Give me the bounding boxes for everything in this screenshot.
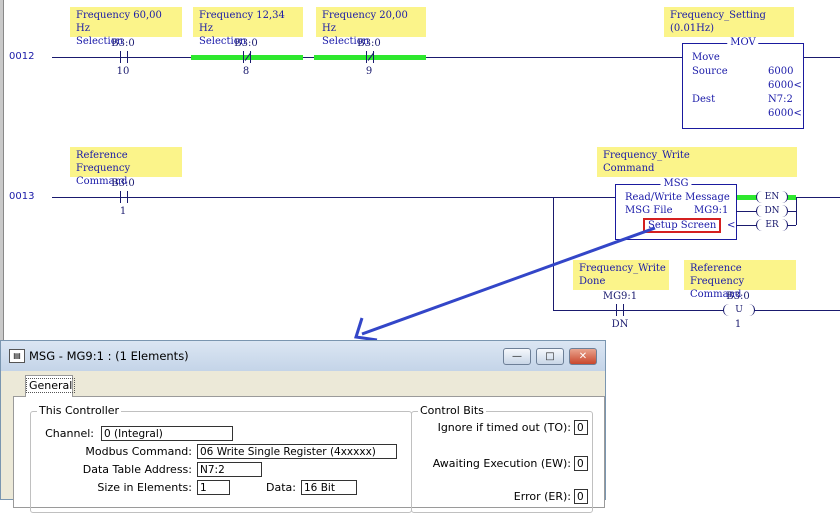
- ew-bit-field[interactable]: 0: [574, 456, 588, 471]
- group-legend: This Controller: [37, 404, 122, 417]
- ew-bit-label: Awaiting Execution (EW):: [432, 457, 571, 470]
- to-bit-label: Ignore if timed out (TO):: [437, 421, 571, 434]
- modbus-command-field[interactable]: 06 Write Single Register (4xxxxx): [197, 444, 397, 459]
- modbus-command-label: Modbus Command:: [85, 445, 192, 458]
- tab-panel: This Controller Channel: 0 (Integral) Mo…: [13, 396, 605, 513]
- er-bit-field[interactable]: 0: [574, 489, 588, 504]
- channel-field[interactable]: 0 (Integral): [101, 426, 233, 441]
- size-in-elements-field[interactable]: 1: [197, 480, 230, 495]
- maximize-button[interactable]: □: [536, 348, 564, 365]
- dialog-titlebar[interactable]: ▤ MSG - MG9:1 : (1 Elements) — □ ✕: [1, 341, 605, 371]
- group-legend: Control Bits: [418, 404, 486, 417]
- tab-general[interactable]: General: [25, 375, 76, 397]
- minimize-button[interactable]: —: [503, 348, 531, 365]
- tab-label: General: [26, 378, 76, 393]
- to-bit-field[interactable]: 0: [574, 420, 588, 435]
- msg-setup-dialog: ▤ MSG - MG9:1 : (1 Elements) — □ ✕ Gener…: [0, 340, 606, 513]
- annotation-arrow: [354, 226, 656, 340]
- close-button[interactable]: ✕: [569, 348, 597, 365]
- app-icon: ▤: [9, 349, 25, 363]
- data-label: Data:: [266, 481, 296, 494]
- er-bit-label: Error (ER):: [513, 490, 571, 503]
- data-size-field[interactable]: 16 Bit: [301, 480, 357, 495]
- data-table-address-label: Data Table Address:: [82, 463, 192, 476]
- size-in-elements-label: Size in Elements:: [97, 481, 192, 494]
- dialog-title: MSG - MG9:1 : (1 Elements): [29, 349, 189, 363]
- data-table-address-field[interactable]: N7:2: [197, 462, 262, 477]
- channel-label: Channel:: [45, 427, 94, 440]
- ladder-editor: 0012 Frequency 60,00 Hz Selection B3:0 1…: [0, 0, 840, 340]
